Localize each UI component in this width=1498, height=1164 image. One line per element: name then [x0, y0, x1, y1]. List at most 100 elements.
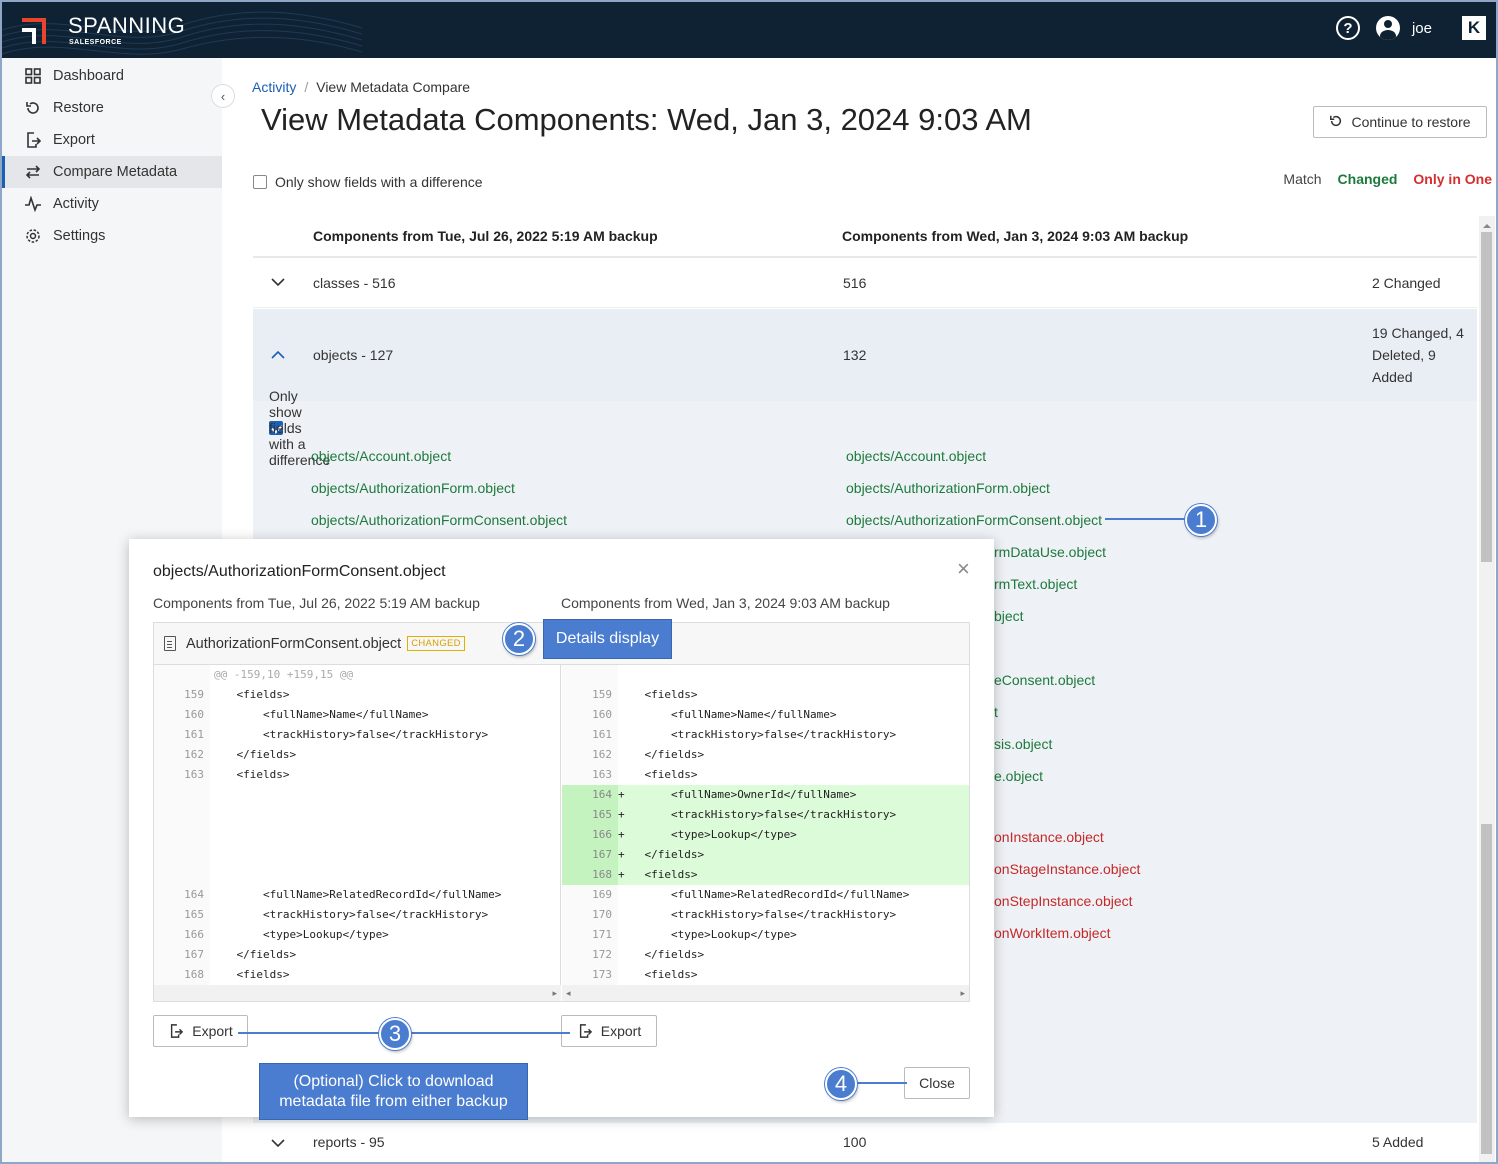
export-left-button[interactable]: Export [153, 1015, 248, 1047]
right-link[interactable]: eConsent.object [994, 672, 1095, 688]
horizontal-scrollbar-left[interactable]: ▸ [154, 985, 561, 1001]
scrollbar-thumb[interactable] [1481, 232, 1492, 562]
scroll-right-icon[interactable]: ▸ [552, 985, 557, 1001]
export-label: Export [192, 1023, 233, 1039]
col-header-left: Components from Tue, Jul 26, 2022 5:19 A… [313, 228, 658, 244]
table-row[interactable]: classes - 516 516 2 Changed [253, 260, 1477, 308]
chevron-left-icon: ‹ [220, 88, 226, 104]
inner-only-diff-filter[interactable]: Only show fields with a difference [269, 388, 330, 468]
close-button[interactable]: Close [904, 1067, 970, 1099]
chevron-up-icon[interactable] [271, 347, 285, 363]
line-text: + <type>Lookup</type> [618, 828, 797, 841]
line-text: <fields> [210, 968, 290, 981]
line-text: <fields> [618, 768, 698, 781]
k-logo-icon[interactable]: K [1462, 16, 1486, 40]
breadcrumb-link-activity[interactable]: Activity [252, 79, 296, 95]
legend-match: Match [1283, 171, 1322, 187]
line-number: 159 [562, 685, 618, 705]
only-diff-checkbox[interactable] [253, 175, 267, 189]
diff-line: 171 <type>Lookup</type> [562, 925, 969, 945]
right-link[interactable]: objects/Account.object [846, 448, 986, 464]
page-scrollbar[interactable] [1479, 216, 1495, 1162]
horizontal-scrollbar-right[interactable]: ◂ ▸ [562, 985, 969, 1001]
right-link-only-in-one[interactable]: onInstance.object [994, 829, 1104, 845]
right-link[interactable]: t [994, 704, 998, 720]
top-bar: SPANNING SALESFORCE ? joe K [2, 2, 1496, 58]
line-number [154, 665, 210, 685]
right-link-only-in-one[interactable]: onStepInstance.object [994, 893, 1133, 909]
line-number: 163 [562, 765, 618, 785]
line-number: 162 [562, 745, 618, 765]
sidebar-item-compare-metadata[interactable]: Compare Metadata [2, 156, 222, 188]
line-text: <fullName>RelatedRecordId</fullName> [210, 888, 502, 901]
collapse-sidebar-button[interactable]: ‹ [211, 84, 235, 108]
scroll-left-icon[interactable]: ◂ [566, 985, 571, 1001]
callout-2: 2 [503, 623, 535, 655]
sidebar-item-settings[interactable]: Settings [2, 220, 222, 252]
optional-note-line-1: (Optional) Click to download [293, 1073, 494, 1090]
line-text: <trackHistory>false</trackHistory> [618, 728, 897, 741]
right-link-only-in-one[interactable]: onStageInstance.object [994, 861, 1140, 877]
table-row-expanded[interactable]: objects - 127 132 19 Changed, 4 Deleted,… [253, 309, 1477, 401]
right-link[interactable]: bject [994, 608, 1024, 624]
line-text: <type>Lookup</type> [618, 928, 797, 941]
chevron-down-icon[interactable] [271, 1135, 285, 1151]
breadcrumb-current: View Metadata Compare [316, 79, 471, 95]
sidebar-item-activity[interactable]: Activity [2, 188, 222, 220]
line-number: 164 [562, 785, 618, 805]
diff-line: 169 <fullName>RelatedRecordId</fullName> [562, 885, 969, 905]
continue-to-restore-label: Continue to restore [1351, 114, 1471, 130]
table-row[interactable]: reports - 95 100 5 Added [253, 1123, 1477, 1162]
diff-pane-right: 159 <fields> 160 <fullName>Name</fullNam… [562, 665, 969, 987]
callout-3: 3 [379, 1018, 411, 1050]
scrollbar-thumb-secondary[interactable] [1481, 824, 1492, 1154]
export-right-button[interactable]: Export [561, 1015, 657, 1047]
callout-line [857, 1082, 907, 1084]
diff-pane-left: @@ -159,10 +159,15 @@ 159 <fields> 160 <… [154, 665, 561, 987]
sidebar-item-label: Activity [53, 196, 99, 212]
sidebar-item-export[interactable]: Export [2, 124, 222, 156]
details-display-note: Details display [543, 619, 672, 659]
right-link[interactable]: e.object [994, 768, 1043, 784]
top-right-controls: ? joe K [1335, 16, 1486, 40]
callout-line [1105, 518, 1187, 520]
sidebar-item-restore[interactable]: Restore [2, 92, 222, 124]
brand-sub: SALESFORCE [69, 38, 122, 46]
left-link[interactable]: objects/Account.object [311, 448, 451, 464]
line-text: <fields> [618, 688, 698, 701]
left-link[interactable]: objects/AuthorizationFormConsent.object [311, 512, 567, 528]
close-icon[interactable]: × [957, 556, 970, 582]
right-link[interactable]: sis.object [994, 736, 1052, 752]
right-link-only-in-one[interactable]: onWorkItem.object [994, 925, 1110, 941]
line-text: <trackHistory>false</trackHistory> [210, 908, 489, 921]
sidebar-item-label: Dashboard [53, 68, 124, 84]
only-diff-filter[interactable]: Only show fields with a difference [253, 174, 483, 190]
hunk-text: @@ -159,10 +159,15 @@ [214, 668, 354, 681]
help-circle-icon[interactable]: ? [1335, 16, 1360, 40]
sidebar-item-dashboard[interactable]: Dashboard [2, 60, 222, 92]
user-circle-icon[interactable] [1375, 16, 1400, 40]
line-number: 172 [562, 945, 618, 965]
breadcrumb: Activity / View Metadata Compare [252, 79, 470, 95]
right-link[interactable]: objects/AuthorizationFormConsent.object [846, 512, 1102, 528]
close-label: Close [919, 1075, 955, 1091]
right-link[interactable]: rmDataUse.object [994, 544, 1106, 560]
username[interactable]: joe [1412, 20, 1432, 37]
line-text: + </fields> [618, 848, 705, 861]
right-link[interactable]: objects/AuthorizationForm.object [846, 480, 1050, 496]
callout-line [238, 1032, 380, 1034]
right-link[interactable]: rmText.object [994, 576, 1077, 592]
continue-to-restore-button[interactable]: Continue to restore [1313, 106, 1487, 138]
chevron-down-icon[interactable] [271, 274, 285, 290]
left-link[interactable]: objects/AuthorizationForm.object [311, 480, 515, 496]
scroll-up-icon[interactable] [1483, 220, 1491, 228]
export-icon [24, 131, 42, 149]
sidebar-item-label: Export [53, 132, 95, 148]
scroll-right-icon[interactable]: ▸ [960, 985, 965, 1001]
diff-line-added: 167 + </fields> [562, 845, 969, 865]
diff-line: 159 <fields> [562, 685, 969, 705]
row-status: 2 Changed [1372, 275, 1441, 291]
line-text: </fields> [210, 748, 297, 761]
file-icon [164, 636, 176, 651]
spanning-logo[interactable]: SPANNING SALESFORCE [20, 14, 185, 46]
